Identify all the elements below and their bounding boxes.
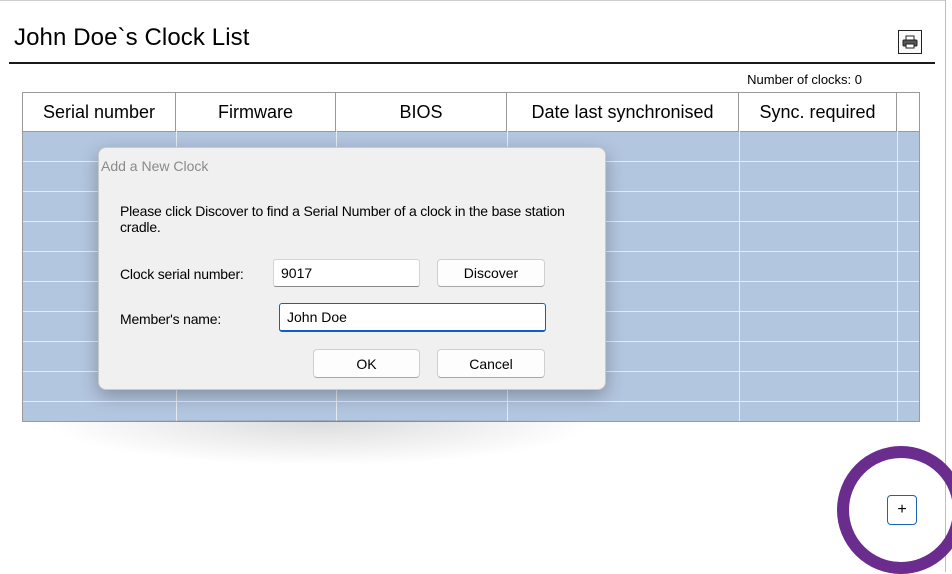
column-header-bios[interactable]: BIOS <box>336 93 507 131</box>
page-title: John Doe`s Clock List <box>14 24 250 51</box>
ok-button[interactable]: OK <box>313 349 420 378</box>
cancel-button[interactable]: Cancel <box>437 349 545 378</box>
member-name-label: Member's name: <box>120 311 222 327</box>
discover-button[interactable]: Discover <box>437 259 545 287</box>
printer-icon <box>902 35 918 49</box>
grid-column-line <box>897 131 898 421</box>
member-name-input[interactable] <box>279 303 546 332</box>
clock-serial-label: Clock serial number: <box>120 266 244 282</box>
column-header-sync-required[interactable]: Sync. required <box>739 93 897 131</box>
clock-serial-input[interactable] <box>273 259 420 287</box>
add-clock-button[interactable]: + <box>887 495 917 525</box>
grid-row-line <box>23 401 919 402</box>
dialog-title: Add a New Clock <box>101 158 209 174</box>
table-shadow <box>40 420 600 466</box>
add-clock-dialog[interactable]: Add a New Clock Please click Discover to… <box>98 147 606 390</box>
print-button[interactable] <box>898 30 922 54</box>
table-header: Serial number Firmware BIOS Date last sy… <box>23 93 919 132</box>
column-header-serial-number[interactable]: Serial number <box>23 93 176 131</box>
grid-column-line <box>739 131 740 421</box>
clock-count-label: Number of clocks: 0 <box>747 72 862 87</box>
column-header-date-last-synchronised[interactable]: Date last synchronised <box>507 93 739 131</box>
title-divider <box>9 62 935 64</box>
window-frame-top <box>0 0 946 11</box>
dialog-message: Please click Discover to find a Serial N… <box>120 203 565 235</box>
column-header-firmware[interactable]: Firmware <box>176 93 336 131</box>
